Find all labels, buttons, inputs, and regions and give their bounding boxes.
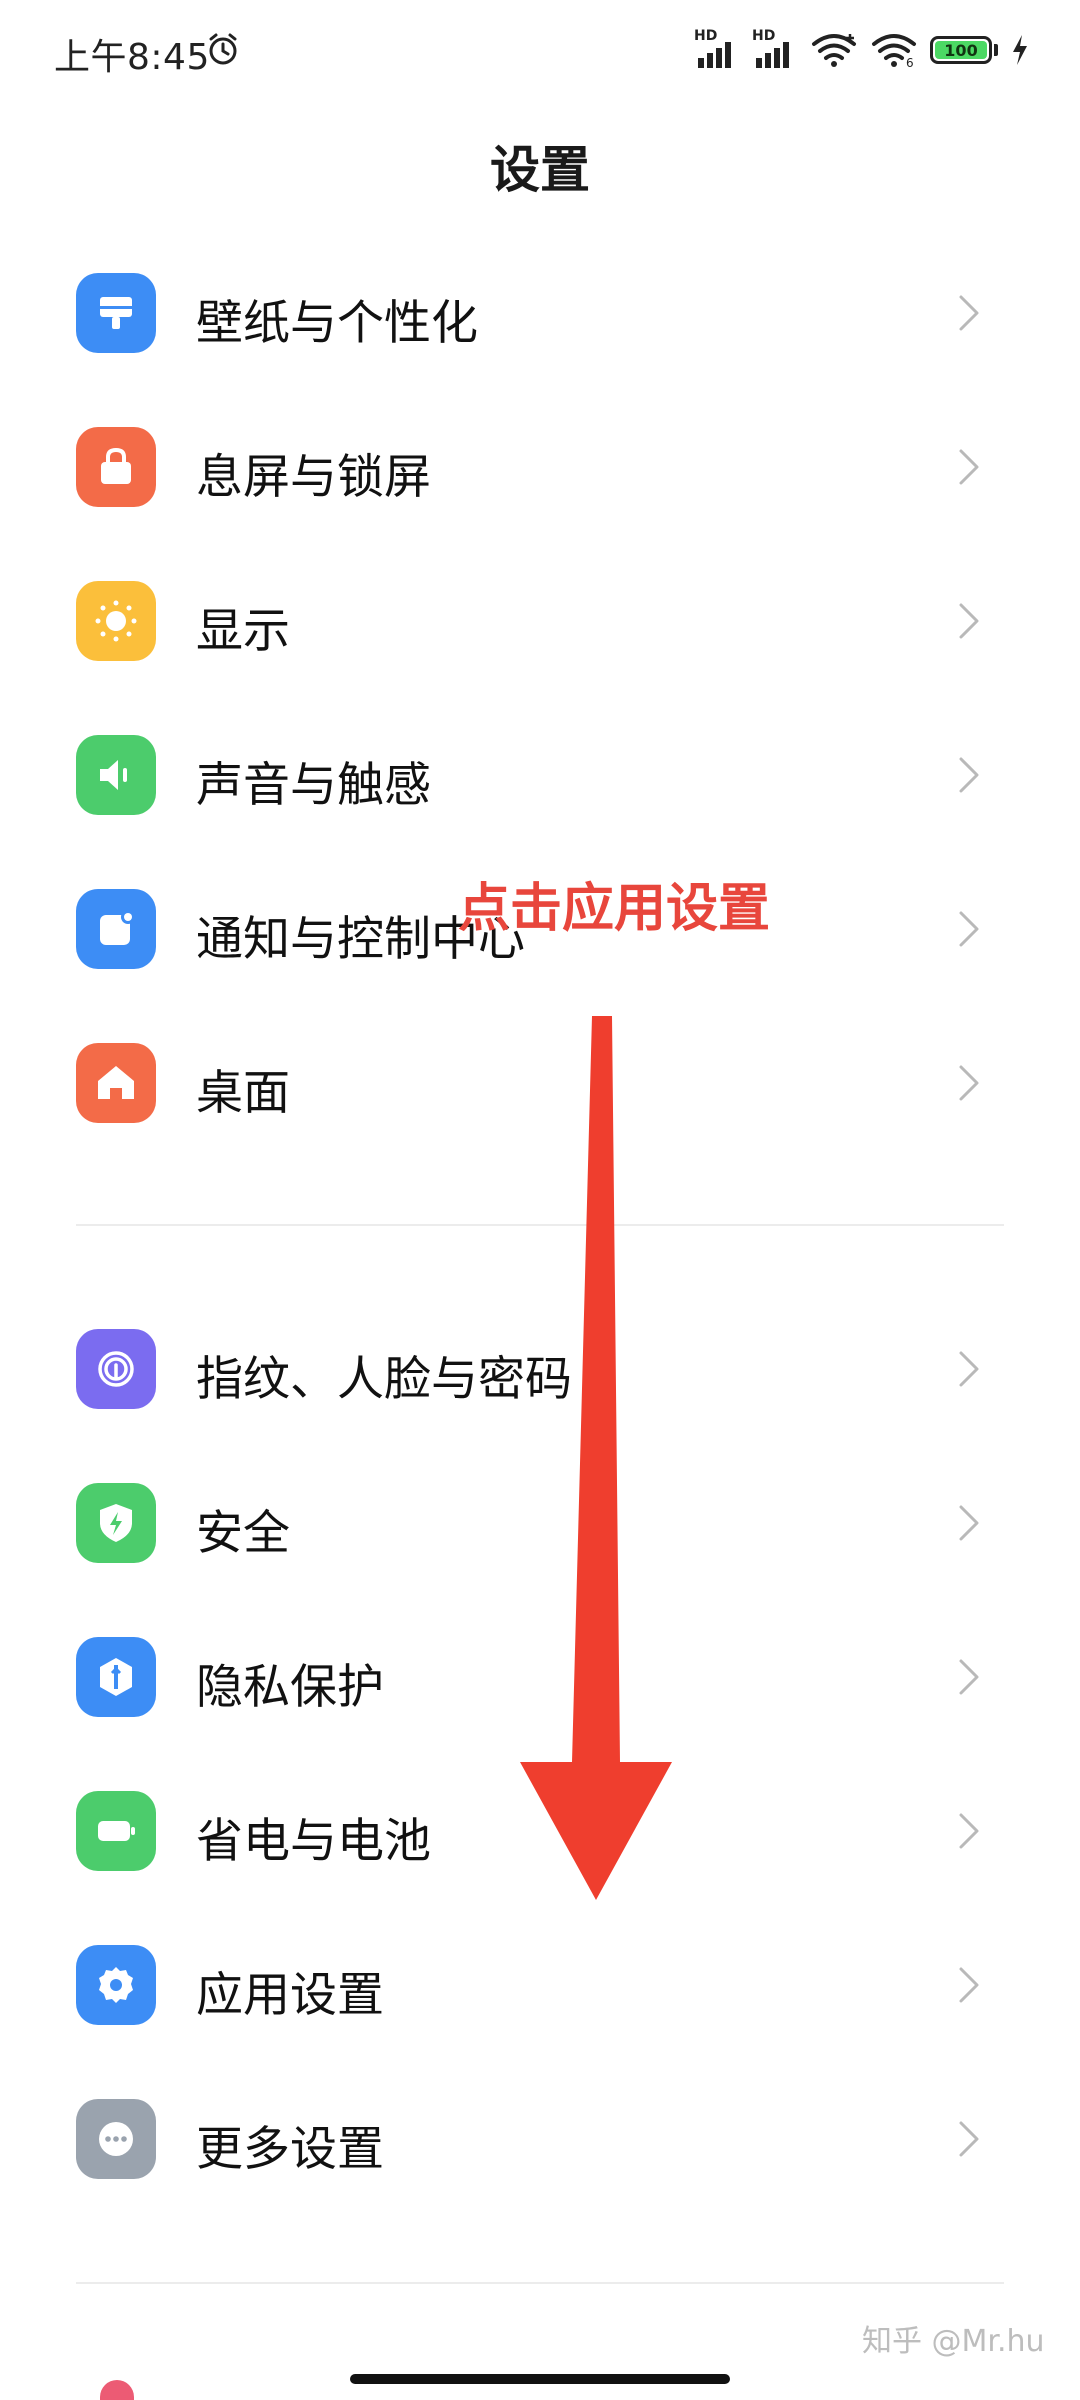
icon-box	[76, 1329, 156, 1409]
wifi-icon	[812, 34, 856, 67]
settings-item-label: 显示	[196, 604, 290, 659]
annotation-arrow-down-icon	[520, 1016, 672, 1900]
settings-item-label: 壁纸与个性化	[196, 296, 478, 351]
chevron-right-icon	[959, 1065, 979, 1101]
home-icon	[98, 1066, 134, 1099]
signal-icon: HD	[694, 28, 740, 68]
settings-item-display[interactable]: 显示	[0, 546, 1080, 696]
chevron-right-icon	[959, 295, 979, 331]
fingerprint-icon	[98, 1351, 134, 1387]
icon-box	[76, 1791, 156, 1871]
icon-box	[76, 581, 156, 661]
chevron-right-icon	[959, 757, 979, 793]
icon-box	[76, 427, 156, 507]
privacy-icon	[100, 1658, 132, 1696]
home-indicator[interactable]	[350, 2374, 730, 2384]
settings-item-more[interactable]: 更多设置	[0, 2064, 1080, 2214]
chevron-right-icon	[959, 2121, 979, 2157]
icon-box	[76, 273, 156, 353]
more-icon	[99, 2122, 133, 2156]
lock-icon	[101, 447, 131, 484]
icon-box	[76, 735, 156, 815]
settings-item-label: 息屏与锁屏	[196, 450, 431, 505]
shield-icon	[100, 1504, 132, 1542]
status-time: 上午8:45	[54, 37, 210, 78]
battery-level: 100	[944, 40, 978, 60]
icon-box	[76, 1945, 156, 2025]
settings-item-label: 更多设置	[196, 2122, 384, 2177]
settings-item-label: 省电与电池	[196, 1814, 431, 1869]
charging-icon	[1013, 35, 1027, 65]
icon-box	[76, 889, 156, 969]
icon-box	[76, 1483, 156, 1563]
signal-icon: HD	[752, 28, 798, 68]
group-divider	[76, 2282, 1004, 2284]
settings-item-label: 隐私保护	[196, 1660, 384, 1715]
alarm-icon	[209, 33, 237, 65]
speaker-icon	[100, 760, 127, 790]
chevron-right-icon	[959, 1505, 979, 1541]
svg-text:6: 6	[906, 56, 914, 68]
chevron-right-icon	[959, 603, 979, 639]
battery-tip	[994, 44, 998, 56]
status-bar: 上午8:45 HD HD 6 100	[0, 0, 1080, 100]
icon-box	[76, 2099, 156, 2179]
chevron-right-icon	[959, 1351, 979, 1387]
sun-icon	[95, 600, 137, 642]
wifi-icon: 6	[872, 34, 916, 68]
partial-item-icon	[100, 2380, 134, 2400]
settings-item-apps[interactable]: 应用设置	[0, 1910, 1080, 2060]
settings-item-wallpaper[interactable]: 壁纸与个性化	[0, 238, 1080, 388]
gear-icon	[99, 1967, 133, 2003]
icon-box	[76, 1637, 156, 1717]
battery-icon: 100	[930, 36, 992, 64]
status-icons: HD HD 6 100	[694, 28, 1030, 72]
page-title: 设置	[490, 141, 590, 199]
settings-item-lock-screen[interactable]: 息屏与锁屏	[0, 392, 1080, 542]
battery-saver-icon	[98, 1821, 135, 1841]
chevron-right-icon	[959, 1659, 979, 1695]
settings-item-label: 桌面	[196, 1066, 290, 1121]
chevron-right-icon	[959, 1967, 979, 2003]
settings-item-label: 应用设置	[196, 1968, 384, 2023]
chevron-right-icon	[959, 449, 979, 485]
notification-icon	[100, 910, 135, 945]
chevron-right-icon	[959, 911, 979, 947]
chevron-right-icon	[959, 1813, 979, 1849]
watermark: 知乎 @Mr.hu	[862, 2324, 1045, 2359]
wallpaper-icon	[100, 297, 132, 329]
settings-item-label: 声音与触感	[196, 758, 431, 813]
annotation-text: 点击应用设置	[458, 879, 771, 939]
settings-item-sound[interactable]: 声音与触感	[0, 700, 1080, 850]
icon-box	[76, 1043, 156, 1123]
settings-item-label: 安全	[196, 1506, 290, 1561]
